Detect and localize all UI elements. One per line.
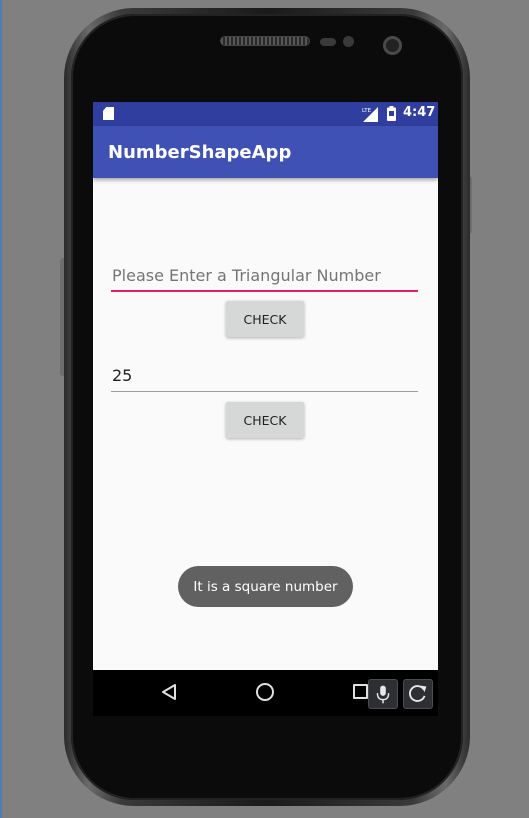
input-underline-focused	[111, 290, 418, 292]
toast-message: It is a square number	[178, 566, 353, 607]
input-underline	[111, 391, 418, 392]
microphone-icon	[376, 685, 390, 704]
device-screen: LTE 4:47 NumberShapeApp Please Enter a T…	[93, 102, 438, 716]
home-icon[interactable]	[256, 683, 274, 701]
window-edge	[0, 0, 2, 818]
main-content: Please Enter a Triangular Number CHECK 2…	[93, 178, 438, 670]
check-triangular-button[interactable]: CHECK	[226, 301, 304, 337]
triangular-number-placeholder: Please Enter a Triangular Number	[112, 266, 381, 285]
sd-card-icon	[103, 107, 114, 120]
proximity-sensor	[320, 38, 336, 46]
battery-icon	[387, 106, 396, 121]
app-title: NumberShapeApp	[108, 142, 292, 163]
light-sensor	[343, 36, 354, 47]
triangular-number-input[interactable]: Please Enter a Triangular Number	[111, 262, 418, 292]
lte-signal-icon: LTE	[362, 107, 378, 122]
refresh-icon	[409, 685, 427, 702]
check-square-button[interactable]: CHECK	[226, 402, 304, 438]
square-number-value: 25	[112, 366, 133, 385]
square-number-input[interactable]: 25	[111, 362, 418, 392]
status-bar: LTE 4:47	[93, 102, 438, 126]
front-camera	[383, 36, 402, 55]
refresh-button[interactable]	[403, 679, 433, 709]
microphone-button[interactable]	[368, 679, 398, 709]
back-icon[interactable]	[160, 683, 178, 701]
app-bar: NumberShapeApp	[93, 126, 438, 178]
earpiece-speaker	[220, 36, 310, 46]
svg-text:LTE: LTE	[362, 108, 372, 114]
recents-icon[interactable]	[353, 684, 368, 699]
status-clock: 4:47	[403, 105, 436, 120]
